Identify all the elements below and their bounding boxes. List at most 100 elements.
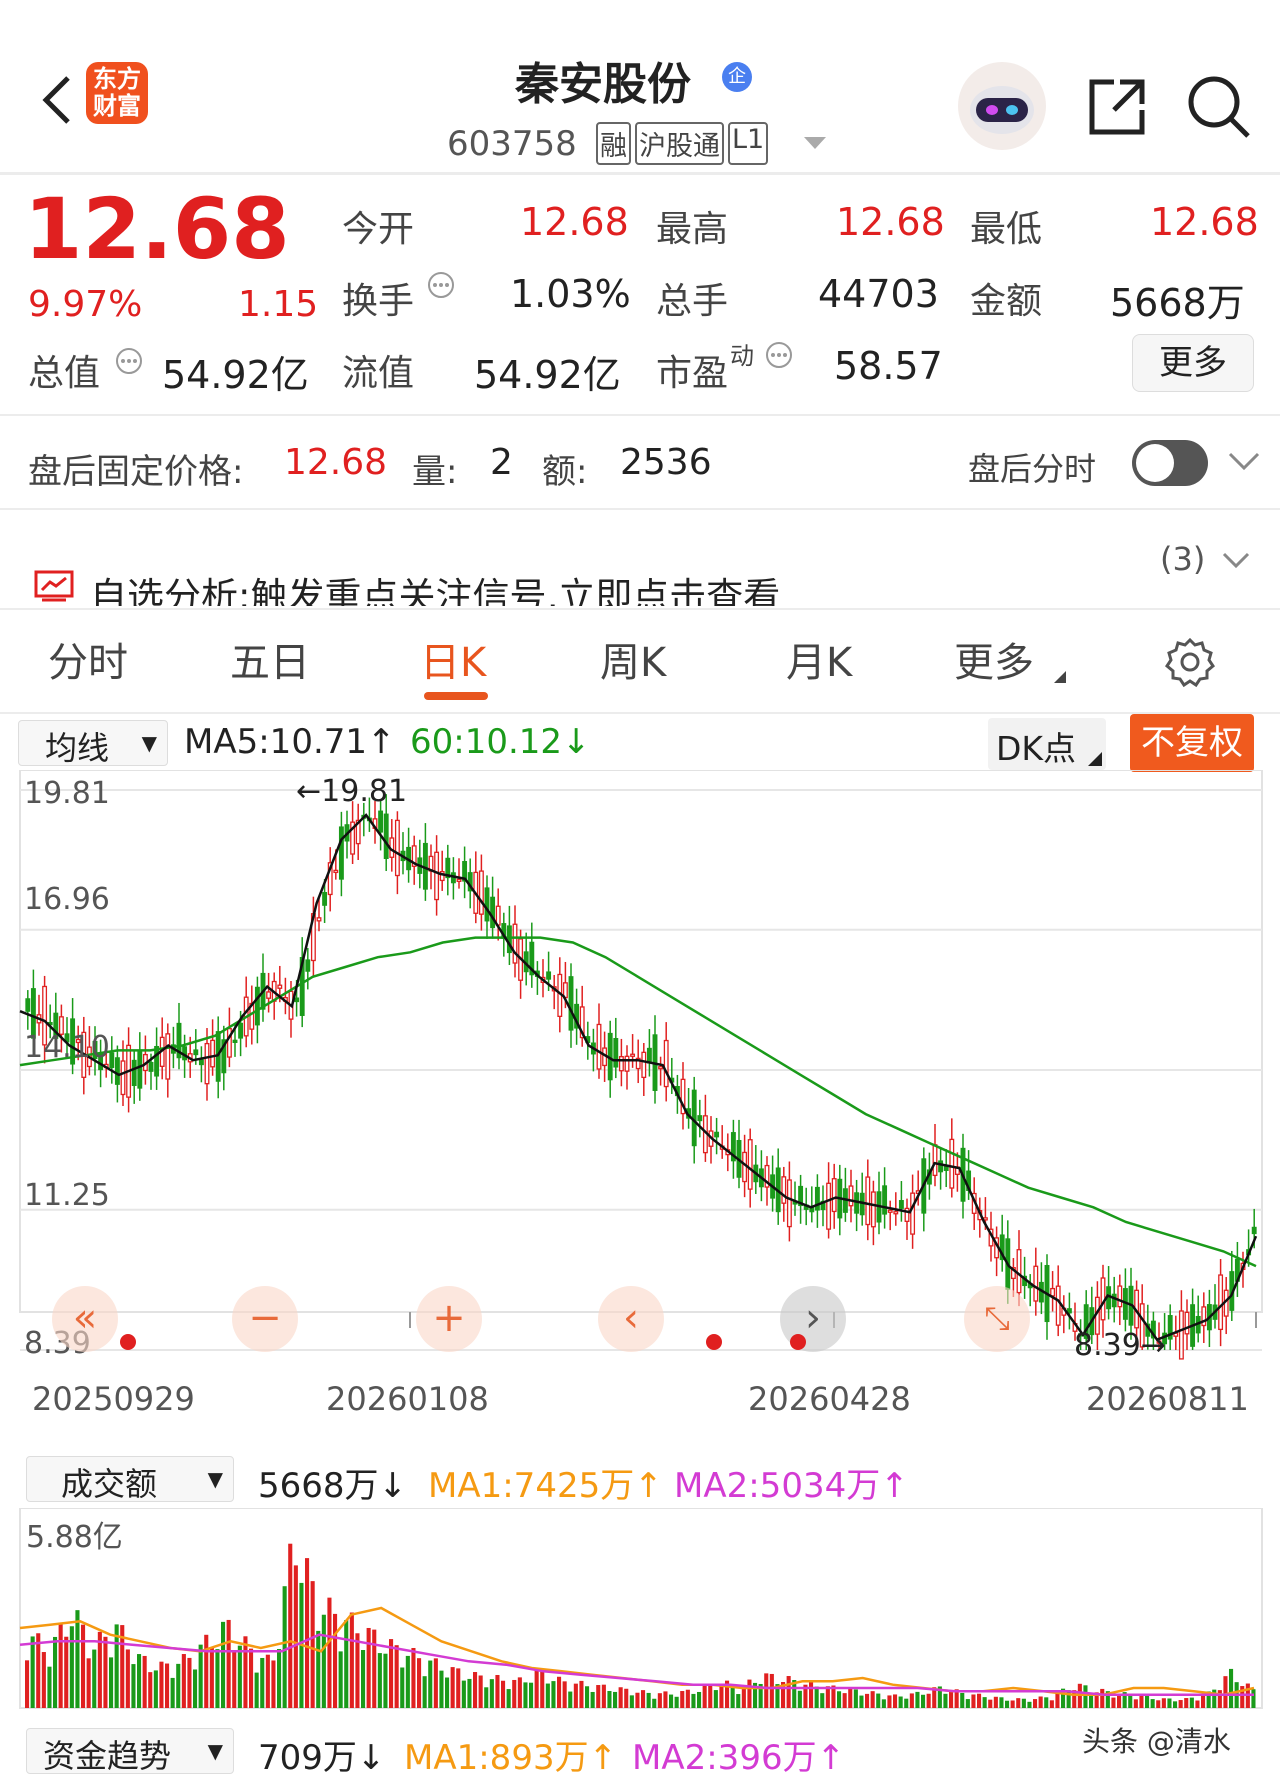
scroll-left-button[interactable]: ‹ xyxy=(598,1286,664,1352)
fund-flow-dropdown[interactable]: 资金趋势 ▼ xyxy=(26,1728,234,1775)
candle-body xyxy=(254,986,260,1026)
volume-bar xyxy=(1005,1700,1010,1708)
volume-bar xyxy=(881,1699,886,1708)
volume-bar xyxy=(842,1693,847,1708)
tab-monthly-k[interactable]: 月K xyxy=(786,630,852,688)
candle-body xyxy=(1050,1287,1056,1297)
low-annotation: 8.39→ xyxy=(1074,1328,1166,1363)
x-tick-4: 20260811 xyxy=(1086,1380,1249,1418)
chevron-down-icon[interactable] xyxy=(1228,452,1260,476)
volume-bar xyxy=(786,1676,791,1708)
volume-bar xyxy=(176,1663,181,1708)
candle-body xyxy=(478,870,484,915)
volume-bar xyxy=(1201,1694,1206,1708)
volume-bar xyxy=(417,1658,422,1708)
volume-chart[interactable] xyxy=(0,1508,1280,1718)
volume-bar xyxy=(1229,1668,1234,1708)
after-hours-toggle[interactable] xyxy=(1132,440,1208,486)
volume-bar xyxy=(75,1610,80,1708)
info-icon[interactable] xyxy=(114,346,144,380)
volume-bar xyxy=(573,1683,578,1708)
enterprise-badge-icon: 企 xyxy=(722,62,752,92)
toggle-knob xyxy=(1136,444,1174,482)
volume-bar xyxy=(747,1679,752,1708)
volume-bar xyxy=(383,1653,388,1708)
candle-body xyxy=(747,1139,753,1190)
volume-bar xyxy=(730,1685,735,1708)
candle-body xyxy=(294,997,300,1003)
indicator-dropdown-label: 均线 xyxy=(45,729,110,767)
after-hours-amt: 2536 xyxy=(620,442,712,483)
tab-timeshare[interactable]: 分时 xyxy=(48,630,128,688)
low-label: 最低 xyxy=(970,209,1043,250)
no-adjust-button[interactable]: 不复权 xyxy=(1130,714,1254,772)
candle-body xyxy=(148,1061,154,1072)
settings-gear-icon[interactable] xyxy=(1164,636,1216,692)
volume-bar xyxy=(764,1673,769,1708)
dk-point-button[interactable]: DK点 xyxy=(988,718,1106,770)
candle-body xyxy=(484,887,490,922)
volume-bar xyxy=(355,1633,360,1708)
volume-bar xyxy=(904,1698,909,1708)
volume-bar xyxy=(97,1631,102,1708)
candle-body xyxy=(1251,1226,1257,1235)
volume-dropdown[interactable]: 成交额 ▼ xyxy=(26,1456,234,1503)
volume-bar xyxy=(814,1686,819,1708)
volume-bar xyxy=(69,1626,74,1708)
volume-bar xyxy=(915,1691,920,1708)
chevron-down-icon[interactable] xyxy=(1222,552,1250,574)
app-logo[interactable]: 东方财富 xyxy=(86,62,148,124)
candle-body xyxy=(898,1200,904,1209)
share-icon[interactable] xyxy=(1086,76,1148,142)
event-dot[interactable] xyxy=(706,1334,722,1350)
candle-body xyxy=(137,1051,143,1089)
robot-assistant-icon[interactable] xyxy=(958,62,1046,150)
info-icon[interactable] xyxy=(426,270,456,304)
volume-bar xyxy=(999,1697,1004,1708)
back-icon[interactable] xyxy=(38,70,78,130)
volume-bar xyxy=(529,1682,534,1708)
info-icon[interactable] xyxy=(764,340,794,374)
tab-five-day[interactable]: 五日 xyxy=(230,630,310,688)
candle-body xyxy=(495,905,501,926)
candle-body xyxy=(1184,1311,1190,1335)
indicator-dropdown[interactable]: 均线 ▼ xyxy=(18,720,168,767)
signal-text[interactable]: 自选分析:触发重点关注信号,立即点击查看 xyxy=(90,566,780,606)
signal-count[interactable]: (3) xyxy=(1160,540,1205,578)
volume-bar xyxy=(456,1668,461,1708)
volume-bar xyxy=(1139,1695,1144,1708)
tab-weekly-k[interactable]: 周K xyxy=(600,630,666,688)
scroll-left-fast-button[interactable]: « xyxy=(52,1286,118,1352)
dropdown-arrow-icon: ▼ xyxy=(207,1739,223,1763)
volume-bar xyxy=(523,1682,528,1708)
candle-body xyxy=(1218,1274,1224,1331)
event-dot[interactable] xyxy=(120,1334,136,1350)
volume-bar xyxy=(1021,1698,1026,1708)
search-icon[interactable] xyxy=(1186,74,1252,144)
more-button[interactable]: 更多 xyxy=(1132,334,1254,392)
chevron-down-icon[interactable] xyxy=(804,136,826,155)
kline-chart[interactable] xyxy=(0,770,1280,1370)
zoom-in-button[interactable]: + xyxy=(416,1286,482,1352)
event-dot[interactable] xyxy=(790,1334,806,1350)
tab-more[interactable]: 更多 xyxy=(954,630,1034,688)
tab-daily-k[interactable]: 日K xyxy=(420,630,486,688)
volume-bar xyxy=(501,1680,506,1708)
volume-bar xyxy=(400,1667,405,1708)
candle-body xyxy=(165,1033,171,1080)
stock-name: 秦安股份 xyxy=(515,59,691,110)
volume-bar xyxy=(674,1696,679,1708)
candle-body xyxy=(865,1176,871,1226)
zoom-out-button[interactable]: − xyxy=(232,1286,298,1352)
volume-bar xyxy=(887,1695,892,1708)
volume-bar xyxy=(265,1654,270,1708)
volume-bar xyxy=(825,1686,830,1708)
volume-bar xyxy=(1150,1699,1155,1708)
volume-bar xyxy=(92,1649,97,1708)
fullscreen-icon[interactable]: ⤡ xyxy=(964,1286,1030,1352)
candle-body xyxy=(114,1057,120,1085)
volume-bar xyxy=(1016,1698,1021,1708)
volume-bar xyxy=(372,1629,377,1708)
candle-body xyxy=(316,917,322,922)
volume-bar xyxy=(461,1680,466,1708)
